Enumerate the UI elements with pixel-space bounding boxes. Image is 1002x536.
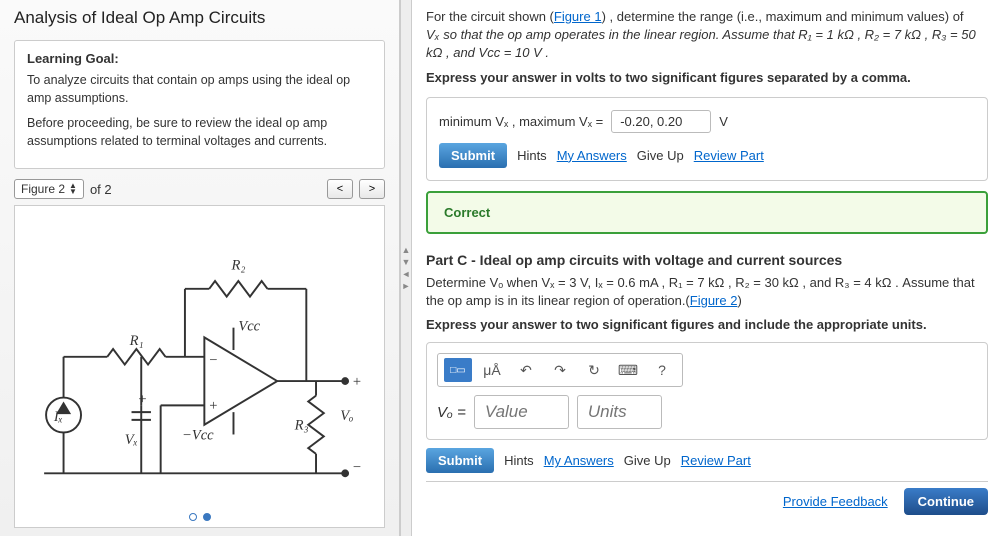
chevron-right-icon: ► xyxy=(402,281,411,291)
svg-text:Vₓ: Vₓ xyxy=(125,432,138,448)
answer-a-units: V xyxy=(719,114,728,129)
my-answers-link-c[interactable]: My Answers xyxy=(544,453,614,468)
give-up-link-c[interactable]: Give Up xyxy=(624,453,671,468)
figure-pagination-dots xyxy=(189,513,211,521)
page-dot-1[interactable] xyxy=(189,513,197,521)
answer-a-value: -0.20, 0.20 xyxy=(611,110,711,133)
answer-a-label: minimum Vₓ , maximum Vₓ = xyxy=(439,114,603,129)
goal-para-2: Before proceeding, be sure to review the… xyxy=(27,115,372,150)
page-title: Analysis of Ideal Op Amp Circuits xyxy=(14,8,385,28)
answer-box-c: □▭ μÅ ↶ ↷ ↻ ⌨ ? Vₒ = xyxy=(426,342,988,440)
svg-text:−Vcc: −Vcc xyxy=(182,427,214,443)
reset-button[interactable]: ↻ xyxy=(580,358,608,382)
svg-text:R₂: R₂ xyxy=(231,257,246,273)
svg-text:R₁: R₁ xyxy=(129,333,144,349)
page-dot-2[interactable] xyxy=(203,513,211,521)
chevron-left-icon: ◄ xyxy=(402,269,411,279)
correct-feedback: Correct xyxy=(426,191,988,234)
submit-button-a[interactable]: Submit xyxy=(439,143,507,168)
answer-toolbar: □▭ μÅ ↶ ↷ ↻ ⌨ ? xyxy=(437,353,683,387)
hints-text-a[interactable]: Hints xyxy=(517,148,547,163)
redo-button[interactable]: ↷ xyxy=(546,358,574,382)
hints-text-c[interactable]: Hints xyxy=(504,453,534,468)
panel-resize-handle[interactable]: ▲ ▼ ◄ ► xyxy=(400,0,412,536)
svg-text:Vcc: Vcc xyxy=(238,319,260,335)
svg-text:Vₒ: Vₒ xyxy=(340,408,353,424)
part-c-text: Determine Vₒ when Vₓ = 3 V, Iₓ = 0.6 mA … xyxy=(426,274,988,310)
svg-text:−: − xyxy=(209,353,217,369)
vo-label: Vₒ = xyxy=(437,404,466,421)
units-input[interactable] xyxy=(577,395,662,429)
svg-text:+: + xyxy=(353,374,361,390)
help-button[interactable]: ? xyxy=(648,358,676,382)
svg-text:+: + xyxy=(138,391,146,407)
figure-selector[interactable]: Figure 2 ▲ ▼ xyxy=(14,179,84,199)
value-input[interactable] xyxy=(474,395,569,429)
figure-1-link[interactable]: Figure 1 xyxy=(554,9,602,24)
figure-next-button[interactable]: > xyxy=(359,179,385,199)
chevron-down-icon: ▼ xyxy=(402,257,411,267)
units-picker-button[interactable]: μÅ xyxy=(478,358,506,382)
figure-stepper[interactable]: ▲ ▼ xyxy=(69,183,77,195)
chevron-up-icon: ▲ xyxy=(402,245,411,255)
undo-button[interactable]: ↶ xyxy=(512,358,540,382)
part-c-title: Part C - Ideal op amp circuits with volt… xyxy=(426,252,988,268)
figure-prev-button[interactable]: < xyxy=(327,179,353,199)
figure-2-link[interactable]: Figure 2 xyxy=(690,293,738,308)
express-instruction-a: Express your answer in volts to two sign… xyxy=(426,69,988,87)
keyboard-button[interactable]: ⌨ xyxy=(614,358,642,382)
goal-para-1: To analyze circuits that contain op amps… xyxy=(27,72,372,107)
review-part-link-a[interactable]: Review Part xyxy=(694,148,764,163)
continue-button[interactable]: Continue xyxy=(904,488,988,515)
fraction-tool-icon[interactable]: □▭ xyxy=(444,358,472,382)
svg-text:−: − xyxy=(353,459,361,475)
my-answers-link-a[interactable]: My Answers xyxy=(557,148,627,163)
chevron-down-icon[interactable]: ▼ xyxy=(69,189,77,195)
submit-button-c[interactable]: Submit xyxy=(426,448,494,473)
svg-text:R₃: R₃ xyxy=(294,418,309,434)
figure-of-text: of 2 xyxy=(90,182,112,197)
svg-text:Iₓ: Iₓ xyxy=(53,409,63,425)
figure-label: Figure 2 xyxy=(21,182,65,196)
provide-feedback-link[interactable]: Provide Feedback xyxy=(783,494,888,509)
figure-canvas: Iₓ R₁ R₂ R₃ Vₓ Vₒ Vcc −Vcc − + + + − xyxy=(14,205,385,528)
review-part-link-c[interactable]: Review Part xyxy=(681,453,751,468)
svg-text:+: + xyxy=(209,398,217,414)
learning-goal-box: Learning Goal: To analyze circuits that … xyxy=(14,40,385,169)
circuit-diagram: Iₓ R₁ R₂ R₃ Vₓ Vₒ Vcc −Vcc − + + + − xyxy=(15,206,384,527)
answer-box-a: minimum Vₓ , maximum Vₓ = -0.20, 0.20 V … xyxy=(426,97,988,181)
give-up-link-a[interactable]: Give Up xyxy=(637,148,684,163)
goal-heading: Learning Goal: xyxy=(27,51,372,66)
part-b-text: For the circuit shown (Figure 1) , deter… xyxy=(426,8,988,63)
express-instruction-c: Express your answer to two significant f… xyxy=(426,316,988,334)
